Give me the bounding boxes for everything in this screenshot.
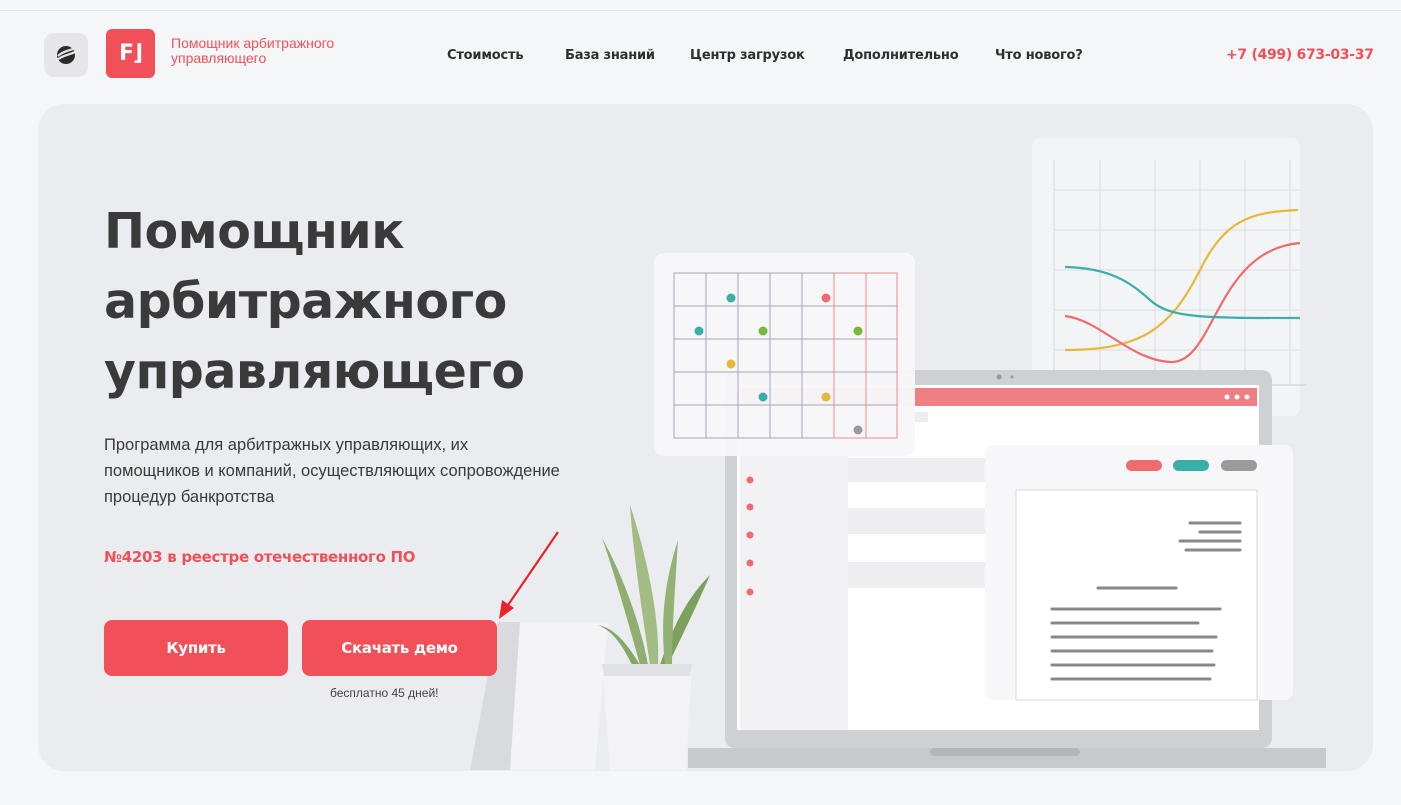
registry-note: №4203 в реестре отечественного ПО bbox=[104, 548, 416, 566]
free-trial-note: бесплатно 45 дней! bbox=[330, 686, 439, 700]
plant bbox=[598, 505, 710, 770]
hero-title: Помощник арбитражного управляющего bbox=[104, 203, 525, 400]
document-card bbox=[985, 445, 1293, 701]
download-demo-button[interactable]: Скачать демо bbox=[302, 620, 497, 676]
hero-description: Программа для арбитражных управляющих, и… bbox=[104, 436, 560, 506]
red-arrow-pointer-icon bbox=[499, 531, 559, 619]
buy-button[interactable]: Купить bbox=[104, 620, 288, 676]
dot-grid-card bbox=[654, 253, 915, 456]
